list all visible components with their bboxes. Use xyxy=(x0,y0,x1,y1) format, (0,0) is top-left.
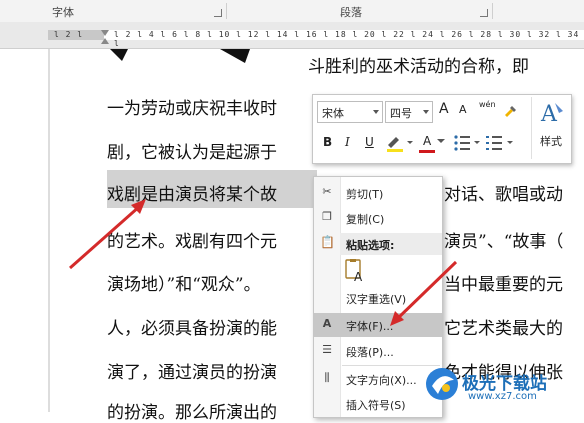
annotation-arrows xyxy=(69,199,458,326)
watermark-subtext: www.xz7.com xyxy=(468,391,537,402)
watermark-logo-icon xyxy=(426,368,458,400)
arrow-to-selection xyxy=(69,204,141,270)
arrow-to-font-item xyxy=(394,260,458,322)
